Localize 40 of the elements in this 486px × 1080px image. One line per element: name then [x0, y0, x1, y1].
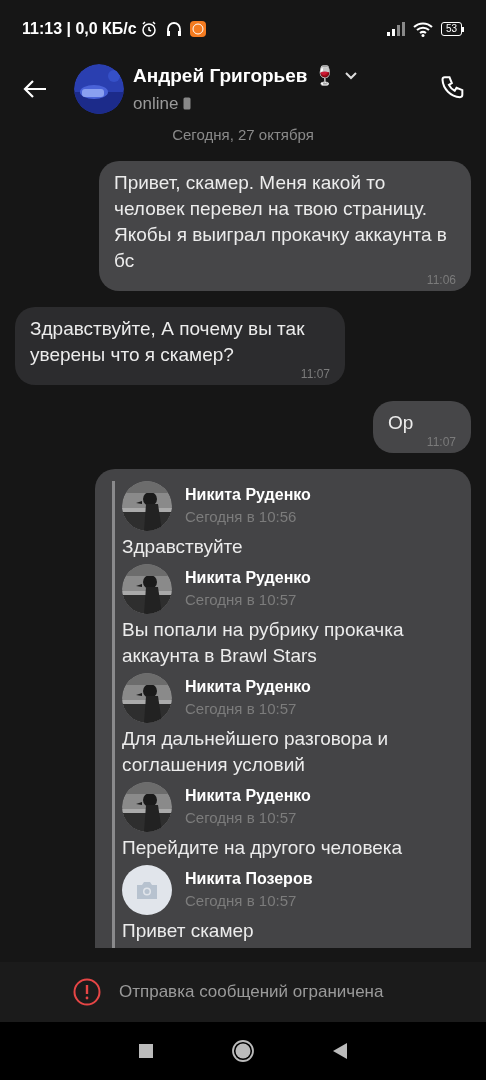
author-name: Никита Руденко: [185, 676, 311, 697]
status-time: 11:13 | 0,0 КБ/с: [22, 19, 137, 39]
author-name: Никита Руденко: [185, 567, 311, 588]
message-text: Ор: [388, 410, 414, 435]
phone-device-icon: [183, 96, 192, 110]
camera-icon: [135, 879, 159, 900]
online-status: online: [133, 92, 179, 115]
message-text: Привет, скамер. Меня какой то человек перевел на твою страницу. Якобы я выиграл прокачку аккаунта в бс: [114, 170, 448, 273]
author-name: Никита Руденко: [185, 785, 311, 806]
chevron-down-icon[interactable]: [344, 72, 357, 81]
message-text: Перейдите на другого человека: [122, 835, 403, 860]
forwarded-bubble[interactable]: [95, 468, 471, 948]
back-button[interactable]: [332, 1043, 347, 1059]
message-text: Здравствуйте, А почему вы так уверены что я скамер?: [30, 316, 306, 367]
message-text: Вы попали на рубрику прокачка аккаунта в Brawl Stars: [122, 617, 405, 668]
signal-icon: [386, 22, 405, 36]
author-name: Никита Позеров: [185, 868, 313, 889]
forwarded-time: Сегодня в 10:57: [185, 807, 298, 828]
recents-button[interactable]: [139, 1044, 154, 1058]
message-time: 11:07: [300, 367, 330, 380]
forwarded-time: Сегодня в 10:57: [185, 890, 298, 911]
message-text: Здравствуйте: [122, 534, 243, 559]
message-text: Привет скамер: [122, 918, 254, 943]
battery-indicator: 53: [440, 22, 464, 36]
date-separator: Сегодня, 27 октября: [172, 125, 314, 145]
alarm-icon: [139, 20, 158, 38]
back-arrow-icon[interactable]: [23, 79, 47, 99]
headphones-icon: [165, 21, 182, 37]
warning-icon: [73, 978, 101, 1006]
contact-name[interactable]: Андрей Григорьев 🍷: [133, 62, 337, 91]
forwarded-time: Сегодня в 10:56: [185, 506, 298, 527]
author-name: Никита Руденко: [185, 484, 311, 505]
message-text: Для дальнейшего разговора и соглашения условий: [122, 726, 390, 777]
restriction-notice: Отправка сообщений ограничена: [119, 981, 384, 1004]
wifi-icon: [412, 21, 433, 37]
message-bubble[interactable]: Здравствуйте, А почему вы так уверены что я скамер? 11:07: [15, 306, 345, 385]
forwarded-time: Сегодня в 10:57: [185, 698, 298, 719]
app-icon: [189, 21, 206, 37]
forwarded-time: Сегодня в 10:57: [185, 589, 298, 610]
home-button[interactable]: [232, 1040, 254, 1062]
